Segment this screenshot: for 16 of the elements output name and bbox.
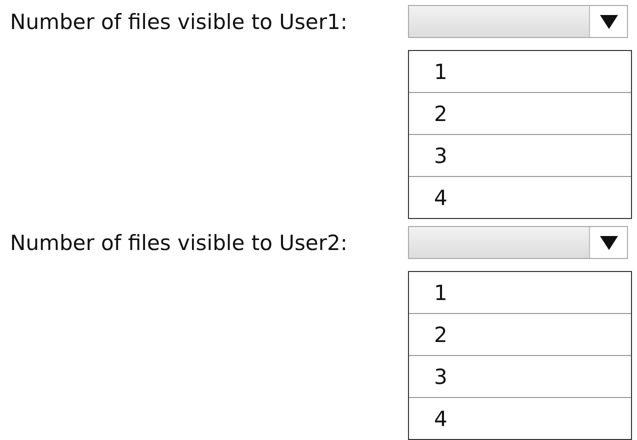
dropdown-button[interactable] <box>589 227 627 258</box>
question-label: Number of files visible to User1: <box>9 10 348 34</box>
dropdown-option[interactable]: 2 <box>409 92 631 134</box>
dropdown-option[interactable]: 1 <box>409 51 631 92</box>
dropdown-field[interactable] <box>408 226 628 259</box>
dropdown-field[interactable] <box>408 5 628 38</box>
caret-icon <box>600 236 618 250</box>
dropdown-button[interactable] <box>589 6 627 37</box>
dropdown-option[interactable]: 4 <box>409 397 631 439</box>
dropdown-option[interactable]: 3 <box>409 355 631 397</box>
dropdown-option[interactable]: 2 <box>409 313 631 355</box>
dropdown-option[interactable]: 1 <box>409 272 631 313</box>
dropdown-option[interactable]: 4 <box>409 176 631 218</box>
question-label: Number of files visible to User2: <box>9 230 348 254</box>
caret-icon <box>600 14 618 28</box>
dropdown-option[interactable]: 3 <box>409 134 631 176</box>
